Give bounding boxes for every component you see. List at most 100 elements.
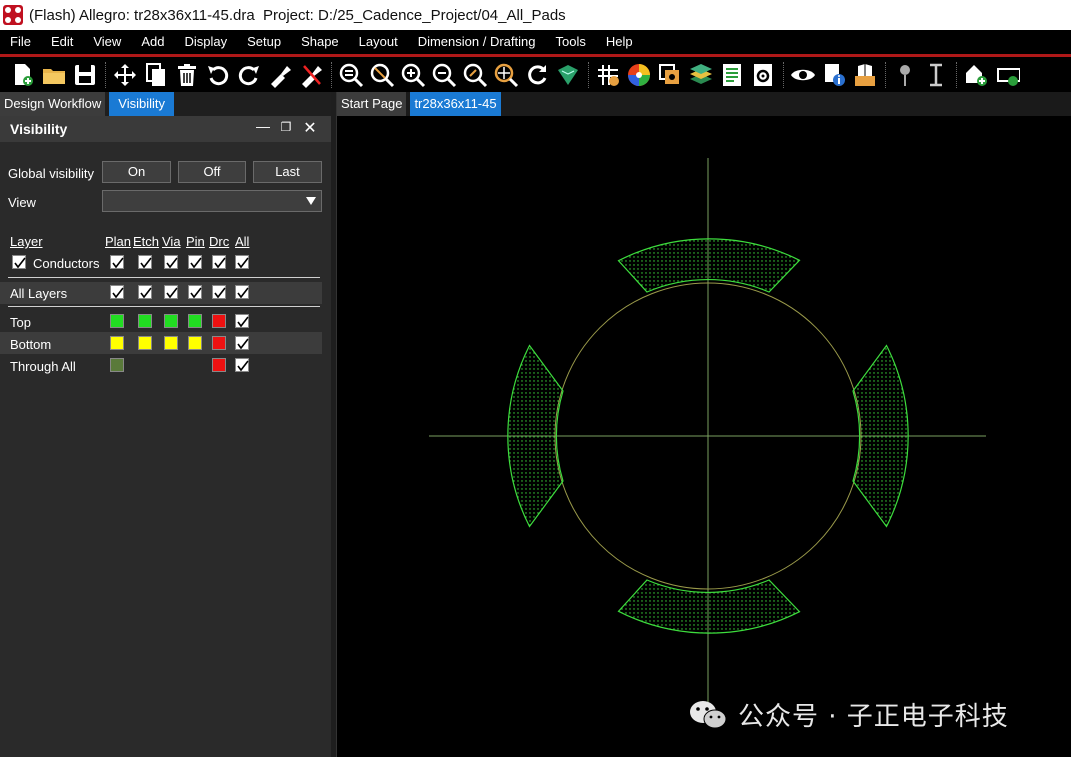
close-icon[interactable]: ✕	[302, 118, 318, 138]
zoom-previous-icon[interactable]	[462, 62, 488, 88]
zoom-out-icon[interactable]	[431, 62, 457, 88]
menu-file[interactable]: File	[0, 30, 41, 54]
copy-icon[interactable]	[143, 62, 169, 88]
new-file-icon[interactable]	[10, 62, 36, 88]
top-drc-color[interactable]	[212, 314, 226, 328]
unpin-icon[interactable]	[298, 62, 324, 88]
design-canvas[interactable]	[337, 116, 1071, 757]
tab-design-workflow[interactable]: Design Workflow	[0, 92, 106, 116]
bottom-drc-color[interactable]	[212, 336, 226, 350]
tab-visibility[interactable]: Visibility	[109, 92, 175, 116]
add-shape-icon[interactable]	[963, 62, 989, 88]
conductors-pin-checkbox[interactable]	[188, 255, 202, 269]
shadow-mode-icon[interactable]	[657, 62, 683, 88]
zoom-window-icon[interactable]	[369, 62, 395, 88]
conductors-drc-checkbox[interactable]	[212, 255, 226, 269]
top-via-color[interactable]	[164, 314, 178, 328]
menu-tools[interactable]: Tools	[545, 30, 595, 54]
menu-add[interactable]: Add	[131, 30, 174, 54]
global-off-button[interactable]: Off	[178, 161, 246, 183]
bottom-etch-color[interactable]	[138, 336, 152, 350]
column-plan[interactable]: Plan	[105, 234, 131, 249]
menu-layout[interactable]: Layout	[349, 30, 408, 54]
delete-icon[interactable]	[174, 62, 200, 88]
top-pin-color[interactable]	[188, 314, 202, 328]
bottom-plan-color[interactable]	[110, 336, 124, 350]
column-all[interactable]: All	[235, 234, 249, 249]
bottom-via-color[interactable]	[164, 336, 178, 350]
redraw-icon[interactable]	[524, 62, 550, 88]
all-layers-pin-checkbox[interactable]	[188, 285, 202, 299]
column-etch[interactable]: Etch	[133, 234, 159, 249]
menu-display[interactable]: Display	[174, 30, 237, 54]
float-icon[interactable]: ❐	[278, 120, 294, 134]
zoom-in-icon[interactable]	[400, 62, 426, 88]
column-via[interactable]: Via	[162, 234, 181, 249]
chevron-down-icon	[306, 197, 316, 205]
menu-dimension-drafting[interactable]: Dimension / Drafting	[408, 30, 546, 54]
report-icon[interactable]	[719, 62, 745, 88]
board-3d-icon[interactable]	[555, 62, 581, 88]
zoom-fit-icon[interactable]	[338, 62, 364, 88]
menu-help[interactable]: Help	[596, 30, 643, 54]
all-layers-via-checkbox[interactable]	[164, 285, 178, 299]
toolbar-separator	[956, 61, 957, 88]
color-wheel-icon[interactable]	[626, 62, 652, 88]
layers-icon[interactable]	[688, 62, 714, 88]
bottom-all-checkbox[interactable]	[235, 336, 249, 350]
bottom-pin-color[interactable]	[188, 336, 202, 350]
conductors-plan-checkbox[interactable]	[110, 255, 124, 269]
top-etch-color[interactable]	[138, 314, 152, 328]
move-icon[interactable]	[112, 62, 138, 88]
pushpin-icon[interactable]	[892, 62, 918, 88]
menu-edit[interactable]: Edit	[41, 30, 83, 54]
conductors-via-checkbox[interactable]	[164, 255, 178, 269]
tab-start-page[interactable]: Start Page	[337, 92, 407, 116]
toolbar	[0, 57, 1071, 92]
toolbar-separator	[885, 61, 886, 88]
conductors-etch-checkbox[interactable]	[138, 255, 152, 269]
conductors-checkbox[interactable]	[12, 255, 26, 269]
all-layers-plan-checkbox[interactable]	[110, 285, 124, 299]
global-on-button[interactable]: On	[102, 161, 171, 183]
redo-icon[interactable]	[236, 62, 262, 88]
view-label: View	[8, 195, 36, 210]
allegro-app-icon	[3, 5, 23, 25]
column-pin[interactable]: Pin	[186, 234, 205, 249]
more-icon[interactable]	[994, 62, 1020, 88]
global-last-button[interactable]: Last	[253, 161, 322, 183]
view-select[interactable]	[102, 190, 322, 212]
minimize-icon[interactable]: —	[255, 118, 271, 134]
all-layers-drc-checkbox[interactable]	[212, 285, 226, 299]
open-folder-icon[interactable]	[41, 62, 67, 88]
through-all-plan-color[interactable]	[110, 358, 124, 372]
visibility-eye-icon[interactable]	[790, 62, 816, 88]
menu-bar: File Edit View Add Display Setup Shape L…	[0, 30, 1071, 54]
tab-design-file[interactable]: tr28x36x11-45	[410, 92, 501, 116]
thermal-spoke-bottom	[617, 579, 801, 634]
through-all-all-checkbox[interactable]	[235, 358, 249, 372]
top-plan-color[interactable]	[110, 314, 124, 328]
package-3d-icon[interactable]	[852, 62, 878, 88]
menu-setup[interactable]: Setup	[237, 30, 291, 54]
all-layers-etch-checkbox[interactable]	[138, 285, 152, 299]
pin-icon[interactable]	[267, 62, 293, 88]
divider	[8, 277, 320, 278]
menu-shape[interactable]: Shape	[291, 30, 349, 54]
toolbar-separator	[783, 61, 784, 88]
visibility-panel: Design Workflow Visibility Visibility — …	[0, 92, 331, 757]
menu-view[interactable]: View	[83, 30, 131, 54]
settings-doc-icon[interactable]	[750, 62, 776, 88]
conductors-all-checkbox[interactable]	[235, 255, 249, 269]
grid-icon[interactable]	[595, 62, 621, 88]
undo-icon[interactable]	[205, 62, 231, 88]
all-layers-all-checkbox[interactable]	[235, 285, 249, 299]
text-cursor-icon[interactable]	[923, 62, 949, 88]
save-icon[interactable]	[72, 62, 98, 88]
info-icon[interactable]	[821, 62, 847, 88]
zoom-center-icon[interactable]	[493, 62, 519, 88]
panel-title: Visibility	[10, 121, 68, 137]
top-all-checkbox[interactable]	[235, 314, 249, 328]
column-drc[interactable]: Drc	[209, 234, 229, 249]
through-all-drc-color[interactable]	[212, 358, 226, 372]
